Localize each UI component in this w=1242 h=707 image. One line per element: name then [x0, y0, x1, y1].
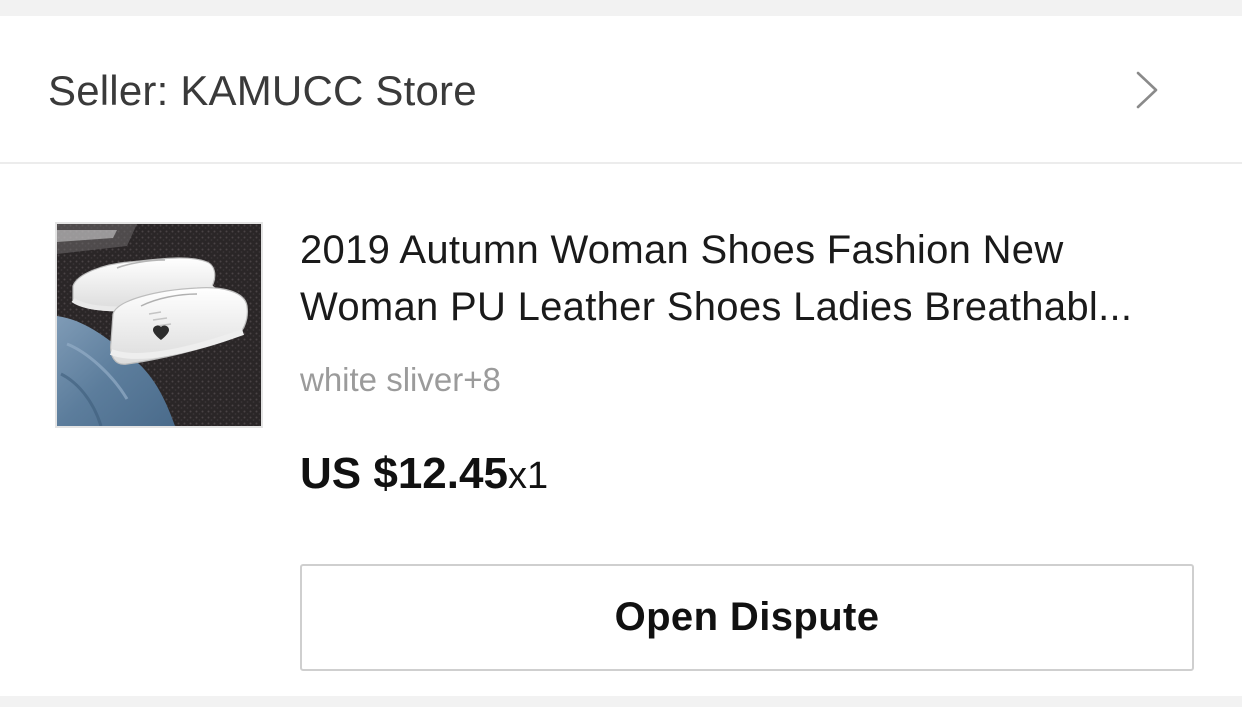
product-quantity: x1 — [507, 455, 549, 497]
product-variant: white sliver+8 — [300, 361, 501, 398]
seller-name[interactable]: Seller: KAMUCC Store — [48, 66, 477, 116]
open-dispute-button[interactable]: Open Dispute — [300, 564, 1194, 671]
white-sneakers-image — [57, 224, 261, 426]
price-row: US $12.45x1 — [300, 442, 548, 516]
product-title[interactable]: 2019 Autumn Woman Shoes Fashion New Woma… — [300, 222, 1200, 336]
chevron-right-icon[interactable] — [1126, 70, 1166, 110]
product-title-line-1[interactable]: 2019 Autumn Woman Shoes Fashion New — [300, 222, 1200, 279]
order-item-card: Seller: KAMUCC Store 2019 Autumn Woman S… — [0, 16, 1242, 696]
open-dispute-label: Open Dispute — [614, 595, 880, 639]
product-image[interactable] — [55, 222, 263, 428]
product-title-line-2[interactable]: Woman PU Leather Shoes Ladies Breathabl.… — [300, 279, 1200, 336]
seller-row[interactable]: Seller: KAMUCC Store — [0, 16, 1242, 164]
product-price: US $12.45 — [300, 449, 508, 498]
